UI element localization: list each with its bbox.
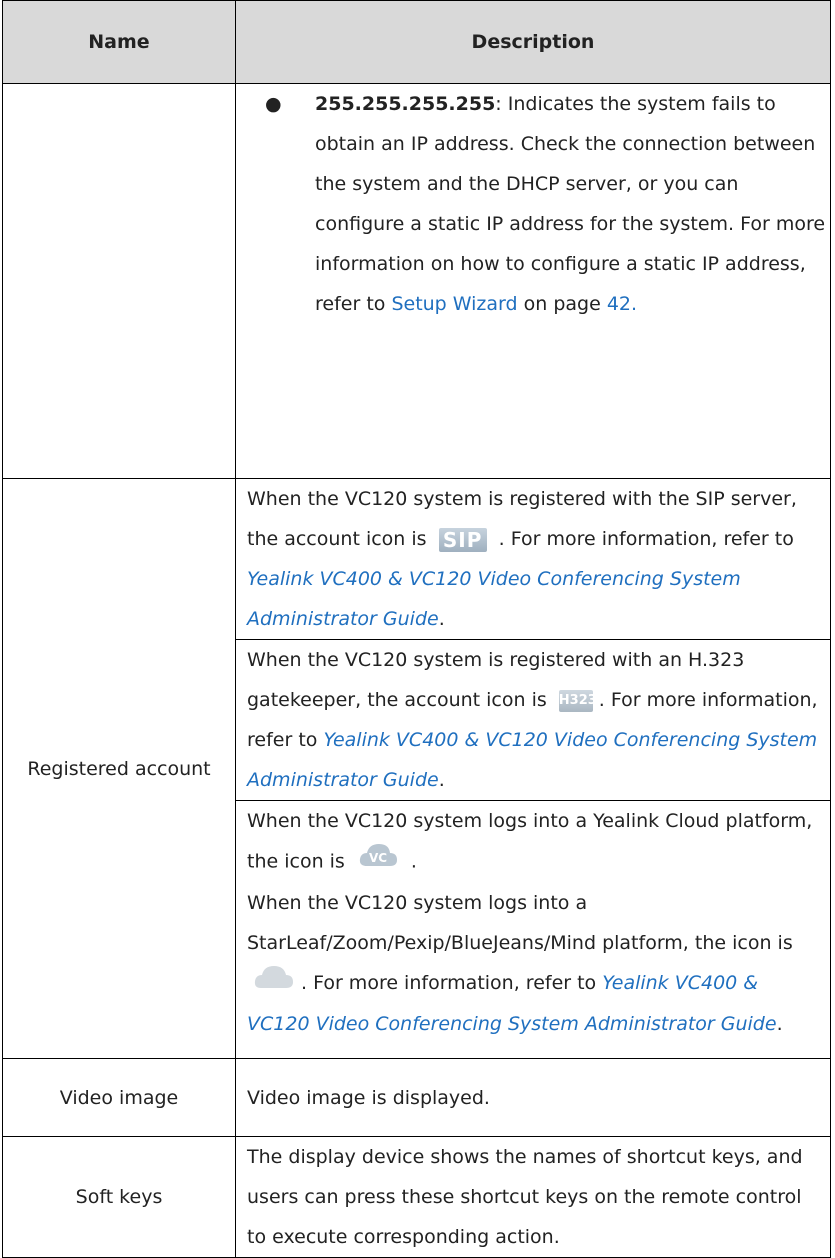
page-number-link[interactable]: 42 — [607, 293, 631, 315]
end-period: . — [631, 293, 638, 315]
cloud-more-text: . For more information, refer to — [301, 972, 603, 994]
table-row: Video image Video image is displayed. — [2, 1058, 831, 1137]
admin-guide-link[interactable]: Yealink VC400 & VC120 Video Conferencing… — [247, 568, 741, 630]
setup-wizard-link[interactable]: Setup Wizard — [391, 293, 517, 315]
yealink-cloud-icon: VC — [357, 841, 399, 883]
table-row: ● 255.255.255.255: Indicates the system … — [2, 83, 831, 479]
header-name: Name — [2, 0, 236, 84]
end-period: . — [438, 769, 445, 791]
end-period: . — [438, 608, 445, 630]
cloud-text: When the VC120 system logs into a Yealin… — [247, 810, 813, 873]
cloud-text-other: When the VC120 system logs into a StarLe… — [247, 892, 793, 954]
page-ref-text: on page — [517, 293, 607, 315]
name-cell-empty — [2, 83, 236, 479]
description-cell-cloud: When the VC120 system logs into a Yealin… — [235, 800, 831, 1059]
table-header-row: Name Description — [2, 0, 831, 84]
end-period: . — [776, 1012, 783, 1035]
admin-guide-link[interactable]: Yealink VC400 & VC120 Video Conferencing… — [247, 729, 817, 791]
name-cell-video-image: Video image — [2, 1058, 236, 1137]
table-row: Registered account When the VC120 system… — [2, 478, 831, 1059]
cloud-icon-label: VC — [369, 851, 387, 865]
description-table: Name Description ● 255.255.255.255: Indi… — [2, 0, 831, 1258]
ip-value: 255.255.255.255 — [315, 93, 496, 115]
cloud-icon — [253, 964, 295, 1004]
description-cell-video: Video image is displayed. — [235, 1058, 831, 1137]
sip-more-text: . For more information, refer to — [492, 528, 794, 550]
description-cell-sip: When the VC120 system is registered with… — [235, 478, 831, 640]
description-cell: ● 255.255.255.255: Indicates the system … — [235, 83, 831, 479]
description-cell-h323: When the VC120 system is registered with… — [235, 639, 831, 801]
name-cell-soft-keys: Soft keys — [2, 1136, 236, 1258]
bullet-icon: ● — [265, 93, 282, 115]
ip-explanation: : Indicates the system fails to obtain a… — [315, 93, 826, 315]
table-row: Soft keys The display device shows the n… — [2, 1136, 831, 1258]
cloud-text-end: . — [404, 850, 417, 873]
description-cell-softkeys: The display device shows the names of sh… — [235, 1136, 831, 1258]
h323-icon: H323 — [558, 689, 597, 712]
name-cell-registered-account: Registered account — [2, 478, 236, 1059]
header-description: Description — [235, 0, 831, 84]
sip-icon: SIP — [438, 527, 487, 552]
bullet-item: ● 255.255.255.255: Indicates the system … — [247, 84, 826, 324]
bullet-text: 255.255.255.255: Indicates the system fa… — [315, 84, 826, 324]
